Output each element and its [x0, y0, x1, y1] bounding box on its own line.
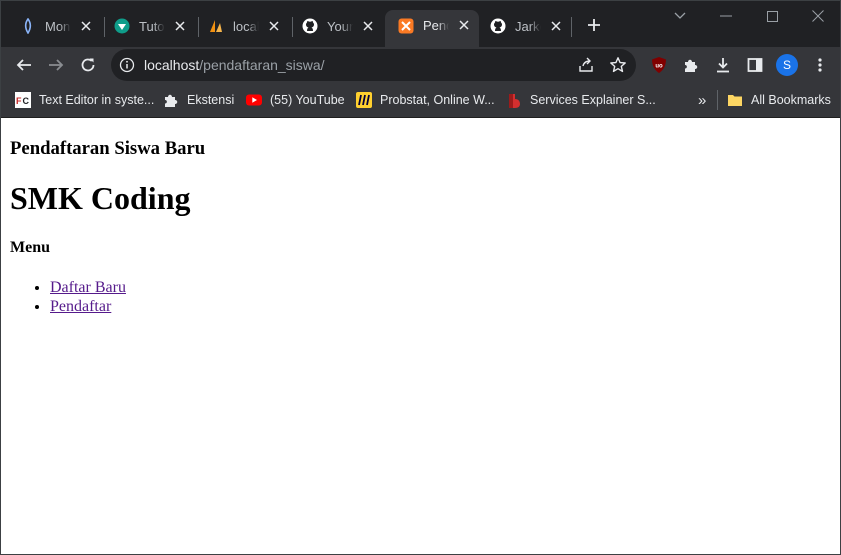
bookmark-probstat[interactable]: Probstat, Online W... [356, 91, 495, 109]
close-icon[interactable] [173, 19, 187, 33]
bookmark-label: Probstat, Online W... [380, 93, 495, 107]
minimize-icon [720, 15, 732, 17]
download-icon [717, 58, 729, 73]
close-window-button[interactable] [807, 5, 829, 27]
side-panel-button[interactable] [743, 53, 767, 77]
folder-icon [727, 92, 743, 108]
chevron-down-icon [674, 12, 686, 19]
tab-title: localhost [233, 18, 259, 34]
arrow-right-icon [49, 59, 64, 71]
svg-text:C: C [23, 96, 30, 106]
address-url[interactable]: localhost/pendaftaran_siswa/ [144, 57, 325, 73]
tab-pendaftaran-active[interactable]: Pendaftaran Siswa Baru [385, 10, 479, 47]
close-icon[interactable] [361, 19, 375, 33]
browser-menu-button[interactable] [808, 53, 832, 77]
maximize-button[interactable] [761, 5, 783, 27]
tutorial-logo-icon [114, 18, 130, 34]
tab-search-button[interactable] [669, 5, 691, 27]
kebab-menu-icon [818, 58, 822, 72]
reload-icon [81, 58, 95, 72]
side-panel-icon [747, 58, 763, 72]
all-bookmarks-label: All Bookmarks [751, 93, 831, 107]
bookmarks-separator [717, 90, 718, 110]
page-subtitle: Pendaftaran Siswa Baru [10, 138, 206, 159]
tab-title: Your Repositories [327, 18, 353, 34]
downloads-button[interactable] [711, 53, 735, 77]
minimize-button[interactable] [715, 5, 737, 27]
bookmark-label: Text Editor in syste... [39, 93, 155, 107]
tab-your-repositories[interactable]: Your Repositories [289, 10, 375, 42]
menu-item-pendaftar: Pendaftar [50, 297, 126, 316]
bookmark-youtube[interactable]: (55) YouTube [246, 91, 345, 109]
bookmark-services-explainer[interactable]: Services Explainer S... [506, 91, 656, 109]
extensions-button[interactable] [679, 53, 703, 77]
menu-item-daftar-baru: Daftar Baru [50, 278, 126, 297]
url-path: /pendaftaran_siswa/ [199, 57, 325, 73]
ublock-extension-button[interactable]: uo [647, 53, 671, 77]
bookmark-label: Ekstensi [187, 93, 235, 107]
browser-window: MongoDB Tutorial localhost [0, 0, 841, 555]
share-icon[interactable] [577, 56, 595, 74]
back-button[interactable] [12, 53, 36, 77]
address-bar[interactable]: localhost/pendaftaran_siswa/ [111, 49, 636, 81]
close-icon[interactable] [549, 19, 563, 33]
browser-toolbar: localhost/pendaftaran_siswa/ uo S [1, 47, 840, 83]
bookmark-label: Services Explainer S... [530, 93, 656, 107]
xampp-icon [398, 18, 414, 34]
bookmark-label: (55) YouTube [270, 93, 345, 107]
bookmark-star-icon[interactable] [609, 56, 627, 74]
bookmark-ekstensi[interactable]: Ekstensi [163, 91, 234, 109]
miro-icon [356, 92, 372, 108]
menu-heading: Menu [10, 239, 50, 256]
svg-text:F: F [16, 96, 22, 106]
close-icon[interactable] [457, 18, 471, 32]
reload-button[interactable] [76, 53, 100, 77]
close-icon[interactable] [267, 19, 281, 33]
tab-title: MongoDB [45, 18, 71, 34]
close-icon [812, 10, 824, 22]
all-bookmarks-button[interactable]: All Bookmarks [727, 91, 831, 109]
bookmark-text-editor[interactable]: FC Text Editor in syste... [15, 91, 154, 109]
url-host: localhost [144, 57, 200, 73]
tab-jarkom[interactable]: Jarkom [477, 10, 563, 42]
maximize-icon [766, 10, 778, 22]
page-content: Pendaftaran Siswa Baru SMK Coding Menu D… [1, 118, 840, 554]
tab-title: Pendaftaran Siswa Baru [423, 18, 449, 33]
new-tab-button[interactable] [583, 14, 605, 36]
bookmarks-bar: FC Text Editor in syste... Ekstensi (55)… [1, 83, 840, 118]
explainer-icon [506, 92, 522, 108]
github-icon [490, 18, 506, 34]
puzzle-icon [685, 59, 698, 72]
tab-title: Jarkom [515, 18, 541, 34]
youtube-icon [246, 92, 262, 108]
tab-strip: MongoDB Tutorial localhost [1, 1, 840, 47]
arrow-left-icon [16, 59, 31, 71]
fc-icon: FC [15, 92, 31, 108]
ublock-shield-icon: uo [652, 57, 666, 73]
menu-list: Daftar Baru Pendaftar [10, 278, 126, 316]
tab-localhost[interactable]: localhost [195, 10, 281, 42]
page-title: SMK Coding [10, 180, 191, 216]
tab-tutorial[interactable]: Tutorial [101, 10, 187, 42]
github-icon [302, 18, 318, 34]
mongodb-leaf-icon [20, 18, 36, 34]
tab-mongodb[interactable]: MongoDB [7, 10, 93, 42]
forward-button[interactable] [44, 53, 68, 77]
puzzle-icon [163, 92, 179, 108]
tab-separator [571, 17, 572, 37]
daftar-baru-link[interactable]: Daftar Baru [50, 279, 126, 296]
overflow-label: » [698, 91, 707, 109]
info-icon[interactable] [119, 57, 135, 73]
pendaftar-link[interactable]: Pendaftar [50, 298, 111, 315]
plus-icon [588, 19, 600, 31]
bookmarks-overflow-button[interactable]: » [698, 91, 706, 109]
phpmyadmin-sail-icon [208, 18, 224, 34]
tab-title: Tutorial [139, 18, 165, 34]
close-icon[interactable] [79, 19, 93, 33]
profile-avatar[interactable]: S [776, 54, 798, 76]
svg-text:uo: uo [655, 64, 663, 70]
